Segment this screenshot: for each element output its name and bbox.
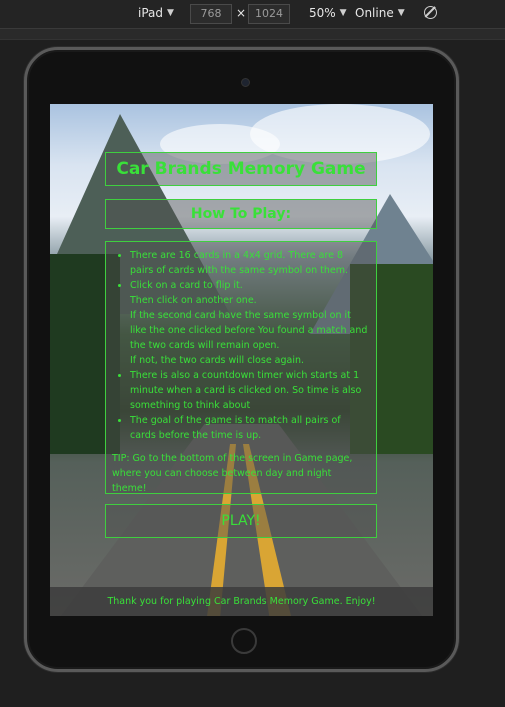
dimension-separator: × bbox=[236, 6, 247, 20]
network-label: Online bbox=[355, 6, 394, 20]
how-to-play-box: How To Play: bbox=[105, 199, 377, 229]
rule-text: Click on a card to flip it. bbox=[130, 280, 243, 291]
how-to-play-heading: How To Play: bbox=[190, 206, 292, 222]
play-box[interactable]: PLAY! bbox=[105, 504, 377, 538]
home-button[interactable] bbox=[231, 628, 257, 654]
rule-item: Click on a card to flip it. Then click o… bbox=[130, 278, 368, 368]
title-box: Car Brands Memory Game bbox=[105, 152, 377, 186]
rule-item: There is also a countdown timer wich sta… bbox=[130, 368, 368, 413]
width-input[interactable]: 768 bbox=[190, 4, 232, 24]
footer: Thank you for playing Car Brands Memory … bbox=[50, 587, 433, 616]
height-input[interactable]: 1024 bbox=[248, 4, 290, 24]
rule-text: Then click on another one. bbox=[130, 295, 257, 306]
devtools-device-toolbar: iPad ▼ 768 × 1024 50% ▼ Online ▼ bbox=[0, 0, 505, 29]
caret-down-icon: ▼ bbox=[339, 8, 347, 18]
rule-text: The goal of the game is to match all pai… bbox=[130, 415, 341, 441]
camera-icon bbox=[241, 78, 250, 87]
page-title: Car Brands Memory Game bbox=[116, 159, 366, 179]
play-button[interactable]: PLAY! bbox=[106, 505, 376, 537]
tip-text: TIP: Go to the bottom of the screen in G… bbox=[112, 453, 353, 494]
zoom-label: 50% bbox=[309, 6, 336, 20]
rules-list: There are 16 cards in a 4x4 grid. There … bbox=[112, 248, 368, 443]
rule-item: The goal of the game is to match all pai… bbox=[130, 413, 368, 443]
device-select[interactable]: iPad ▼ bbox=[138, 6, 174, 20]
rotate-icon[interactable] bbox=[424, 6, 437, 19]
rule-text: There is also a countdown timer wich sta… bbox=[130, 370, 362, 411]
rule-text: If the second card have the same symbol … bbox=[130, 310, 368, 351]
zoom-select[interactable]: 50% ▼ bbox=[309, 6, 347, 20]
device-label: iPad bbox=[138, 6, 164, 20]
rule-item: There are 16 cards in a 4x4 grid. There … bbox=[130, 248, 368, 278]
ruler-bar bbox=[0, 29, 505, 40]
rule-text: There are 16 cards in a 4x4 grid. There … bbox=[130, 250, 349, 276]
device-screen: Car Brands Memory Game How To Play: Ther… bbox=[50, 104, 433, 616]
caret-down-icon: ▼ bbox=[397, 8, 405, 18]
caret-down-icon: ▼ bbox=[167, 8, 174, 18]
rule-text: If not, the two cards will close again. bbox=[130, 355, 305, 366]
rules-box: There are 16 cards in a 4x4 grid. There … bbox=[105, 241, 377, 494]
network-throttle-select[interactable]: Online ▼ bbox=[355, 6, 405, 20]
